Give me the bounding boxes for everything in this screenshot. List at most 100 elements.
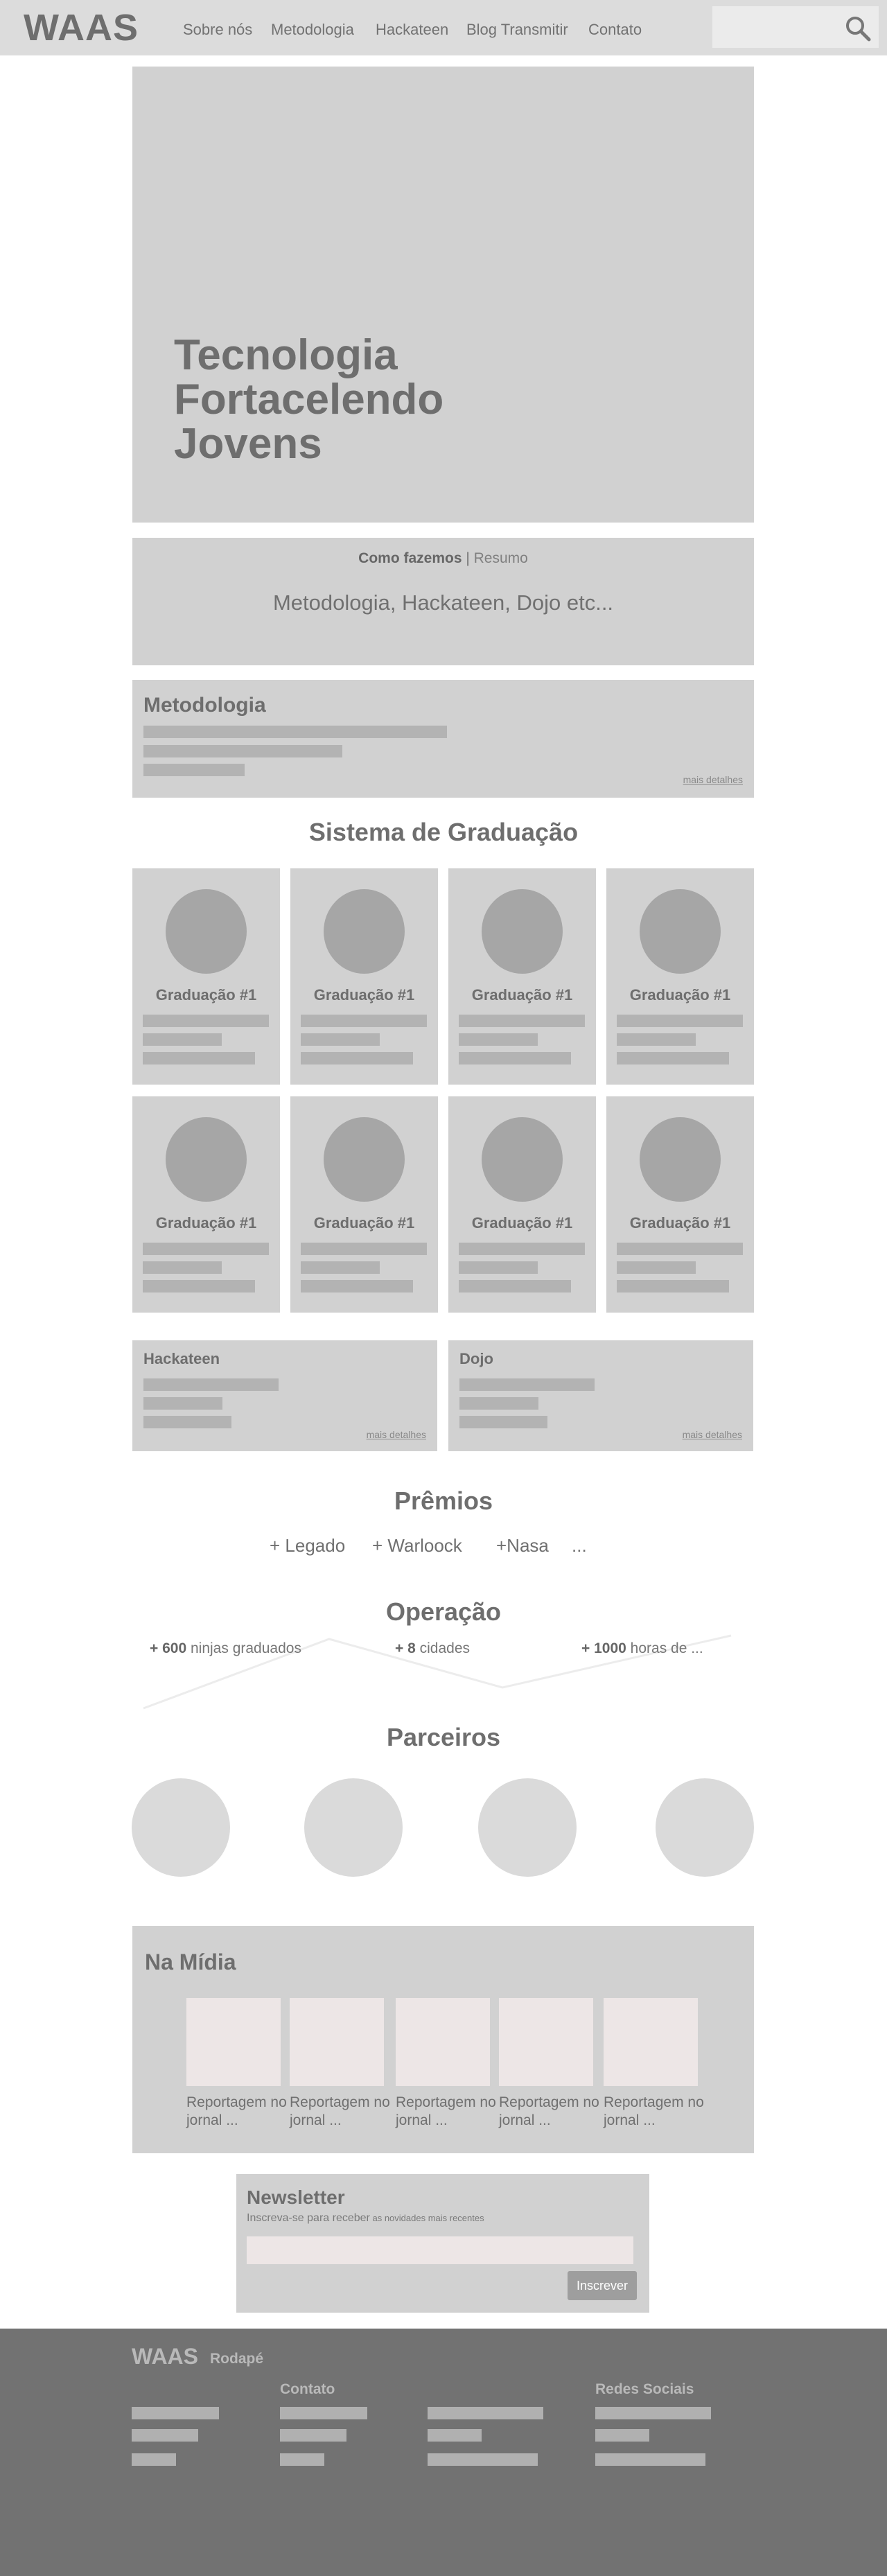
search-icon[interactable] [844,15,872,42]
award-item: + Warloock [372,1535,462,1556]
footer-link-placeholder[interactable] [132,2407,219,2419]
text-placeholder [617,1243,743,1255]
media-thumbnail[interactable] [290,1998,384,2086]
partner-logo[interactable] [656,1778,754,1877]
media-thumbnail[interactable] [186,1998,281,2086]
text-placeholder [459,1261,538,1274]
graduation-card[interactable]: Graduação #1 [290,868,438,1085]
media-caption[interactable]: Reportagem no jornal ... [604,2094,708,2130]
text-placeholder [301,1052,413,1064]
stat-number: 1000 [594,1640,626,1656]
footer-social-placeholder[interactable] [595,2453,705,2466]
footer-link-placeholder[interactable] [280,2429,346,2442]
footer-social-placeholder[interactable] [595,2407,711,2419]
graduation-card-title: Graduação #1 [629,986,731,1004]
text-placeholder [143,764,245,776]
text-placeholder [459,1378,595,1391]
text-placeholder [459,1397,538,1410]
footer-logo[interactable]: WAAS [132,2344,198,2369]
stat-cidades: + 8 cidades [395,1640,470,1657]
how-label-separator: | [462,550,474,566]
graduation-card-title: Graduação #1 [155,1214,257,1232]
text-placeholder [143,745,342,757]
media-caption[interactable]: Reportagem no jornal ... [186,2094,290,2130]
text-placeholder [617,1015,743,1027]
partner-logo[interactable] [304,1778,403,1877]
site-logo[interactable]: WAAS [24,6,139,50]
hero-banner: Tecnologia Fortacelendo Jovens [132,67,754,523]
text-placeholder [459,1243,585,1255]
footer-link-placeholder[interactable] [428,2429,482,2442]
metodologia-more-link[interactable]: mais detalhes [683,774,743,785]
partner-logo[interactable] [132,1778,230,1877]
graduation-card[interactable]: Graduação #1 [290,1096,438,1313]
footer-link-placeholder[interactable] [428,2407,543,2419]
search-input[interactable] [712,6,879,48]
footer-link-placeholder[interactable] [428,2453,538,2466]
hackateen-more-link[interactable]: mais detalhes [367,1429,426,1440]
media-thumbnail[interactable] [604,1998,698,2086]
newsletter-subtitle-small: as novidades mais recentes [369,2213,484,2223]
graduation-badge-image [324,889,405,974]
award-item: +Nasa [496,1535,549,1556]
footer-link-placeholder[interactable] [132,2429,198,2442]
graduation-card[interactable]: Graduação #1 [448,1096,596,1313]
footer-social-heading: Redes Sociais [595,2381,694,2397]
dojo-more-link[interactable]: mais detalhes [683,1429,742,1440]
text-placeholder [143,726,447,738]
graduation-card[interactable]: Graduação #1 [606,868,754,1085]
stat-text: horas de ... [626,1640,703,1656]
newsletter-subtitle-main: Inscreva-se para receber [247,2212,370,2224]
graduation-badge-image [482,889,563,974]
hero-title-line: Jovens [174,420,322,468]
nav-sobre-nos[interactable]: Sobre nós [183,19,252,40]
graduation-card[interactable]: Graduação #1 [132,1096,280,1313]
newsletter-email-input[interactable] [247,2236,633,2264]
hero-title-line: Tecnologia [174,331,398,379]
nav-contato[interactable]: Contato [588,19,642,40]
media-thumbnail[interactable] [499,1998,593,2086]
media-thumbnail[interactable] [396,1998,490,2086]
media-caption[interactable]: Reportagem no jornal ... [396,2094,500,2130]
footer-social-placeholder[interactable] [595,2429,649,2442]
graduation-title: Sistema de Graduação [308,818,579,846]
media-title: Na Mídia [145,1949,236,1974]
graduation-card[interactable]: Graduação #1 [132,868,280,1085]
text-placeholder [617,1033,696,1046]
operation-title: Operação [385,1597,502,1626]
how-we-do-subtitle: Metodologia, Hackateen, Dojo etc... [272,590,614,615]
award-item: + Legado [270,1535,346,1556]
text-placeholder [143,1261,222,1274]
footer-link-placeholder[interactable] [280,2407,367,2419]
newsletter-box: Newsletter Inscreva-se para receber as n… [236,2174,649,2313]
newsletter-subscribe-button[interactable]: Inscrever [568,2271,637,2300]
newsletter-subtitle: Inscreva-se para receber as novidades ma… [247,2212,484,2225]
footer-link-placeholder[interactable] [280,2453,324,2466]
text-placeholder [617,1261,696,1274]
graduation-badge-image [166,1117,247,1202]
graduation-card-title: Graduação #1 [313,1214,415,1232]
stat-text: cidades [415,1640,471,1656]
stat-ninjas: + 600 ninjas graduados [150,1640,301,1657]
graduation-card-title: Graduação #1 [471,986,573,1004]
graduation-card[interactable]: Graduação #1 [606,1096,754,1313]
graduation-card[interactable]: Graduação #1 [448,868,596,1085]
graduation-badge-image [640,1117,721,1202]
text-placeholder [617,1280,729,1293]
text-placeholder [301,1015,427,1027]
metodologia-card: Metodologia mais detalhes [132,680,754,798]
partner-logo[interactable] [478,1778,577,1877]
text-placeholder [459,1052,571,1064]
hero-title-line: Fortacelendo [174,376,444,423]
stat-prefix: + [395,1640,408,1656]
media-caption[interactable]: Reportagem no jornal ... [290,2094,394,2130]
media-caption[interactable]: Reportagem no jornal ... [499,2094,603,2130]
nav-metodologia[interactable]: Metodologia [271,19,354,40]
metodologia-title: Metodologia [143,694,266,717]
nav-blog-transmitir[interactable]: Blog Transmitir [466,19,568,40]
footer-link-placeholder[interactable] [132,2453,176,2466]
text-placeholder [143,1397,222,1410]
nav-hackateen[interactable]: Hackateen [376,19,448,40]
text-placeholder [143,1416,231,1428]
text-placeholder [301,1280,413,1293]
